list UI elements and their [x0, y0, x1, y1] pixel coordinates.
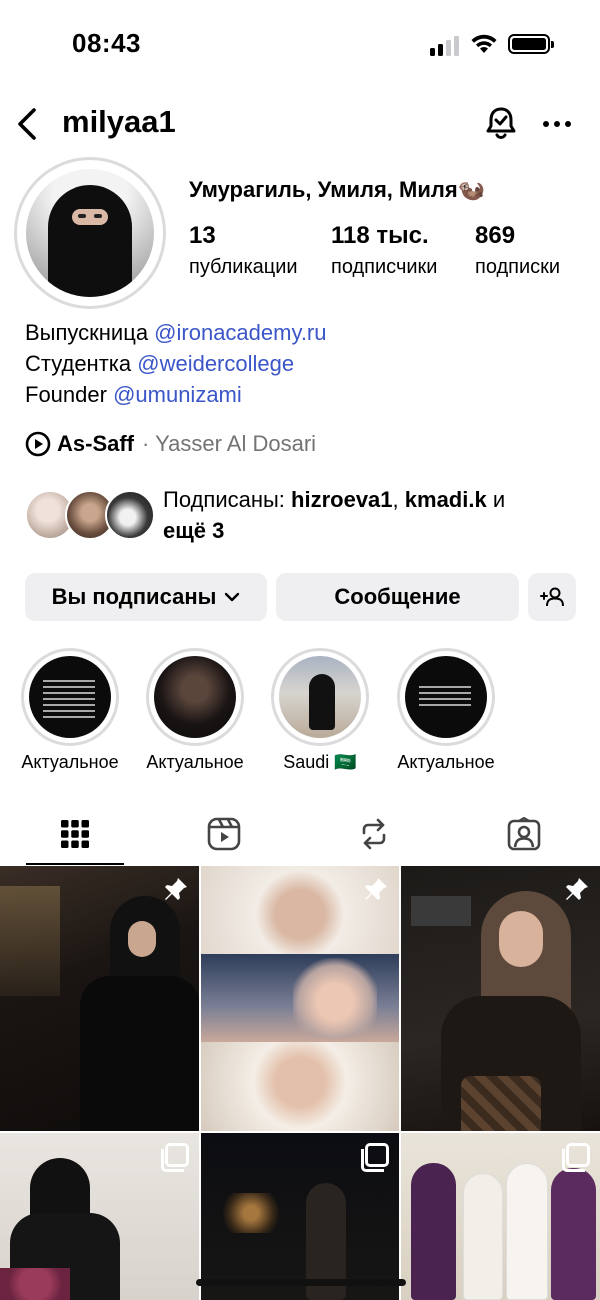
- status-bar: 08:43: [0, 0, 600, 90]
- post-thumbnail[interactable]: [401, 866, 600, 1131]
- stat-label: подписчики: [331, 256, 438, 278]
- stat-posts[interactable]: 13 публикации: [189, 222, 298, 279]
- music-artist: · Yasser Al Dosari: [142, 431, 317, 456]
- highlight-cover: [29, 656, 111, 738]
- highlight-label: Актуальное: [21, 752, 119, 772]
- bio-line: Выпускница @ironacademy.ru: [25, 317, 327, 348]
- bio-text: Выпускница: [25, 320, 155, 345]
- message-label: Сообщение: [334, 584, 461, 609]
- profile-tabs: [0, 805, 600, 865]
- post-thumbnail[interactable]: [0, 866, 199, 1131]
- status-time: 08:43: [72, 28, 141, 58]
- tab-reposts[interactable]: [324, 805, 424, 863]
- following-label: Вы подписаны: [51, 584, 217, 609]
- more-horizontal-icon[interactable]: [542, 114, 572, 134]
- stat-label: публикации: [189, 256, 298, 278]
- stat-label: подписки: [475, 256, 561, 278]
- tagged-icon: [507, 817, 541, 851]
- tab-tagged[interactable]: [474, 805, 574, 863]
- story-highlight[interactable]: Актуальное: [20, 648, 120, 773]
- followed-by[interactable]: Подписаны: hizroeva1, kmadi.k и ещё 3: [25, 484, 585, 544]
- carousel-icon: [361, 1143, 389, 1172]
- reposts-icon: [362, 818, 386, 850]
- display-name: Умурагиль, Умиля, Миля🦦: [189, 177, 486, 202]
- battery-icon: [508, 34, 554, 54]
- bio-line: Founder @umunizami: [25, 379, 327, 410]
- message-button[interactable]: Сообщение: [276, 573, 519, 621]
- highlight-label: Saudi 🇸🇦: [283, 752, 357, 772]
- reels-icon: [207, 817, 241, 851]
- carousel-icon: [562, 1143, 590, 1172]
- post-thumbnail[interactable]: [401, 1133, 600, 1300]
- chevron-down-icon: [225, 592, 240, 602]
- stat-value: 869: [475, 222, 516, 249]
- stat-following[interactable]: 869 подписки: [475, 222, 560, 279]
- stat-followers[interactable]: 118 тыс. подписчики: [331, 222, 437, 279]
- add-user-button[interactable]: [528, 573, 576, 621]
- grid-icon: [61, 820, 89, 848]
- highlight-cover: [405, 656, 487, 738]
- stat-value: 118 тыс.: [331, 222, 429, 249]
- tab-grid[interactable]: [25, 805, 125, 863]
- bio-mention-link[interactable]: @ironacademy.ru: [154, 320, 326, 345]
- music-song: As-Saff: [57, 431, 135, 456]
- story-highlight[interactable]: Актуальное: [145, 648, 245, 773]
- chevron-left-icon[interactable]: [12, 106, 42, 142]
- avatar: [105, 490, 155, 540]
- profile-username: milyaa1: [62, 104, 176, 139]
- story-highlight[interactable]: Saudi 🇸🇦: [270, 648, 370, 773]
- stat-value: 13: [189, 222, 216, 249]
- highlight-cover: [154, 656, 236, 738]
- bio-text: Студентка: [25, 351, 138, 376]
- cellular-signal-icon: [430, 34, 462, 56]
- highlight-label: Актуальное: [146, 752, 244, 772]
- pin-icon: [365, 878, 387, 900]
- followed-by-text: Подписаны: hizroeva1, kmadi.k и ещё 3: [163, 487, 506, 543]
- highlight-cover: [279, 656, 361, 738]
- posts-grid: [0, 866, 600, 1300]
- add-user-icon: [540, 587, 564, 607]
- active-tab-indicator: [26, 863, 124, 865]
- home-indicator[interactable]: [196, 1279, 406, 1286]
- pin-icon: [165, 878, 187, 900]
- avatar: [26, 169, 154, 297]
- bio-mention-link[interactable]: @weidercollege: [137, 351, 294, 376]
- post-thumbnail[interactable]: [0, 1133, 199, 1300]
- story-highlight[interactable]: Актуальное: [396, 648, 496, 773]
- bell-icon[interactable]: [483, 104, 519, 142]
- bio-mention-link[interactable]: @umunizami: [113, 382, 242, 407]
- profile-header: milyaa1: [0, 96, 600, 152]
- bio-text: Founder: [25, 382, 114, 407]
- post-thumbnail[interactable]: [201, 866, 399, 1131]
- tab-reels[interactable]: [174, 805, 274, 863]
- carousel-icon: [161, 1143, 189, 1172]
- profile-music[interactable]: As-Saff · Yasser Al Dosari: [25, 429, 316, 459]
- bio-line: Студентка @weidercollege: [25, 348, 327, 379]
- pin-icon: [566, 878, 588, 900]
- wifi-icon: [471, 34, 497, 53]
- play-circle-icon: [25, 431, 51, 457]
- following-button[interactable]: Вы подписаны: [25, 573, 267, 621]
- profile-avatar[interactable]: [14, 157, 166, 309]
- profile-bio: Выпускница @ironacademy.ru Студентка @we…: [25, 317, 327, 410]
- post-thumbnail[interactable]: [201, 1133, 399, 1300]
- highlight-label: Актуальное: [397, 752, 495, 772]
